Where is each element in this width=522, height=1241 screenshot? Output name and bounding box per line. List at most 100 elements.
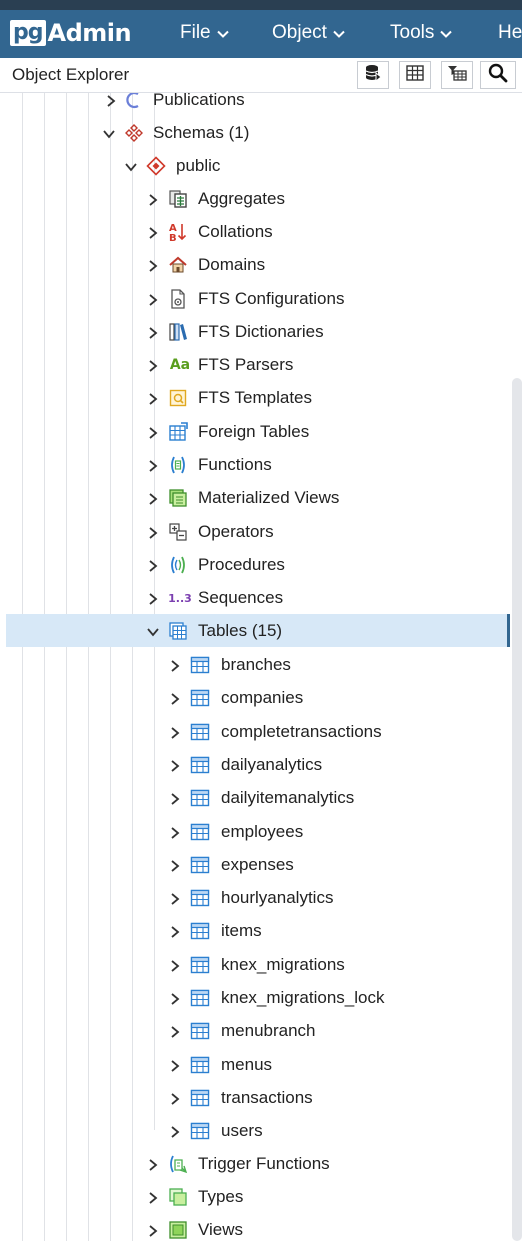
chevron-right-icon[interactable] — [168, 692, 182, 706]
tree-node-views[interactable]: Views — [0, 1213, 512, 1241]
table-row[interactable]: hourlyanalytics — [0, 881, 512, 914]
chevron-right-icon[interactable] — [146, 559, 160, 573]
view-data-button[interactable] — [399, 61, 431, 89]
search-objects-button[interactable] — [480, 61, 516, 89]
table-name-label: companies — [221, 688, 304, 707]
menu-tools[interactable]: Tools — [390, 18, 453, 48]
tree-node-label: Trigger Functions — [198, 1154, 330, 1173]
chevron-right-icon[interactable] — [146, 193, 160, 207]
menu-file[interactable]: File — [180, 18, 229, 48]
chevron-right-icon[interactable] — [146, 259, 160, 273]
chevron-right-icon[interactable] — [146, 526, 160, 540]
chevron-down-icon — [216, 18, 229, 48]
chevron-right-icon[interactable] — [168, 925, 182, 939]
chevron-right-icon[interactable] — [168, 859, 182, 873]
fts-parser-icon: Aa — [169, 357, 191, 373]
query-tool-icon — [364, 64, 382, 87]
chevron-right-icon[interactable] — [146, 326, 160, 340]
tree-node-functions[interactable]: Functions — [0, 448, 512, 481]
tree-node-fts-templates[interactable]: FTS Templates — [0, 381, 512, 414]
chevron-right-icon[interactable] — [168, 1092, 182, 1106]
chevron-right-icon[interactable] — [168, 1059, 182, 1073]
schema-icon — [146, 156, 166, 176]
table-icon — [190, 988, 210, 1008]
object-tree[interactable]: Publications Schemas (1) public Aggregat… — [0, 93, 512, 1241]
tree-node-publications[interactable]: Publications — [0, 93, 512, 116]
table-row[interactable]: companies — [0, 681, 512, 714]
table-row[interactable]: employees — [0, 815, 512, 848]
table-row[interactable]: knex_migrations — [0, 948, 512, 981]
filtered-rows-button[interactable] — [441, 61, 473, 89]
table-row[interactable]: branches — [0, 648, 512, 681]
table-row[interactable]: completetransactions — [0, 715, 512, 748]
menu-object-label: Object — [272, 22, 327, 43]
chevron-right-icon[interactable] — [146, 1224, 160, 1238]
chevron-right-icon[interactable] — [168, 892, 182, 906]
tree-node-collations[interactable]: A B Collations — [0, 215, 512, 248]
table-icon — [190, 1121, 210, 1141]
tree-scrollbar[interactable] — [512, 93, 522, 1241]
menu-help[interactable]: He — [498, 18, 522, 48]
menu-object[interactable]: Object — [272, 18, 345, 48]
chevron-right-icon[interactable] — [168, 792, 182, 806]
table-row[interactable]: transactions — [0, 1081, 512, 1114]
tree-node-aggregates[interactable]: Aggregates — [0, 182, 512, 215]
chevron-right-icon[interactable] — [168, 659, 182, 673]
tree-node-operators[interactable]: Operators — [0, 515, 512, 548]
tree-node-types[interactable]: Types — [0, 1180, 512, 1213]
tree-node-fts-parsers[interactable]: Aa FTS Parsers — [0, 348, 512, 381]
chevron-down-icon[interactable] — [102, 127, 116, 141]
table-row[interactable]: menubranch — [0, 1014, 512, 1047]
table-row[interactable]: menus — [0, 1048, 512, 1081]
chevron-right-icon[interactable] — [146, 592, 160, 606]
pgadmin-logo[interactable]: pg Admin — [10, 18, 132, 48]
table-row[interactable]: dailyitemanalytics — [0, 781, 512, 814]
tree-node-fts-configurations[interactable]: FTS Configurations — [0, 282, 512, 315]
query-tool-button[interactable] — [357, 61, 389, 89]
tree-node-fts-dictionaries[interactable]: FTS Dictionaries — [0, 315, 512, 348]
chevron-right-icon[interactable] — [146, 1158, 160, 1172]
chevron-right-icon[interactable] — [146, 426, 160, 440]
collation-icon: A B — [168, 222, 188, 243]
chevron-down-icon[interactable] — [124, 160, 138, 174]
table-row[interactable]: expenses — [0, 848, 512, 881]
tree-node-domains[interactable]: Domains — [0, 248, 512, 281]
tree-node-label: FTS Configurations — [198, 289, 345, 308]
chevron-right-icon[interactable] — [146, 293, 160, 307]
scrollbar-thumb[interactable] — [512, 378, 522, 1241]
table-row[interactable]: dailyanalytics — [0, 748, 512, 781]
tree-node-procedures[interactable]: Procedures — [0, 548, 512, 581]
chevron-right-icon[interactable] — [168, 959, 182, 973]
chevron-right-icon[interactable] — [146, 226, 160, 240]
table-name-label: expenses — [221, 855, 294, 874]
chevron-right-icon[interactable] — [146, 392, 160, 406]
tree-node-schemas[interactable]: Schemas (1) — [0, 116, 512, 149]
table-row[interactable]: knex_migrations_lock — [0, 981, 512, 1014]
chevron-down-icon[interactable] — [146, 625, 160, 639]
tree-node-trigger-functions[interactable]: Trigger Functions — [0, 1147, 512, 1180]
chevron-right-icon[interactable] — [168, 1025, 182, 1039]
tree-node-tables[interactable]: Tables (15) — [6, 614, 510, 647]
tree-node-materialized-views[interactable]: Materialized Views — [0, 481, 512, 514]
chevron-right-icon[interactable] — [168, 826, 182, 840]
table-name-label: employees — [221, 822, 304, 841]
chevron-right-icon[interactable] — [146, 459, 160, 473]
chevron-right-icon[interactable] — [168, 1125, 182, 1139]
chevron-right-icon[interactable] — [168, 759, 182, 773]
tree-node-label: Collations — [198, 222, 273, 241]
table-name-label: items — [221, 921, 262, 940]
table-row[interactable]: users — [0, 1114, 512, 1147]
table-icon — [190, 722, 210, 742]
chevron-right-icon[interactable] — [168, 992, 182, 1006]
chevron-right-icon[interactable] — [146, 492, 160, 506]
table-icon — [190, 688, 210, 708]
chevron-right-icon[interactable] — [146, 359, 160, 373]
tree-node-sequences[interactable]: 1..3 Sequences — [0, 581, 512, 614]
table-name-label: completetransactions — [221, 722, 382, 741]
chevron-right-icon[interactable] — [146, 1191, 160, 1205]
table-row[interactable]: items — [0, 914, 512, 947]
chevron-right-icon[interactable] — [104, 94, 118, 108]
chevron-right-icon[interactable] — [168, 726, 182, 740]
tree-node-foreign-tables[interactable]: Foreign Tables — [0, 415, 512, 448]
tree-node-public[interactable]: public — [0, 149, 512, 182]
